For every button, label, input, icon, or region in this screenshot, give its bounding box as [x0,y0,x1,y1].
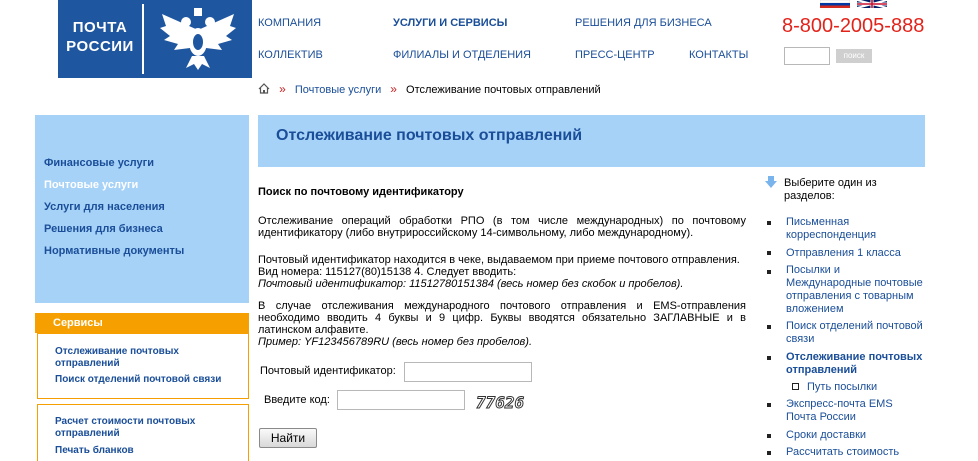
nav-team[interactable]: КОЛЛЕКТИВ [258,49,323,61]
nav-business-solutions[interactable]: РЕШЕНИЯ ДЛЯ БИЗНЕСА [575,17,712,29]
bullet-icon [767,451,771,455]
bullet-icon [767,221,771,225]
breadcrumb-separator-icon: » [390,82,397,96]
bullet-icon [767,325,771,329]
captcha-image: 77626 [476,393,526,413]
sidebar-item-population[interactable]: Услуги для населения [44,201,165,213]
right-item-parcel-path[interactable]: Путь посылки [807,381,947,394]
captcha-code-label: Введите код: [264,394,330,406]
arrow-down-icon [765,176,777,188]
captcha-code-input[interactable] [337,390,465,410]
nav-branches[interactable]: ФИЛИАЛЫ И ОТДЕЛЕНИЯ [393,49,531,61]
left-sidebar: Финансовые услуги Почтовые услуги Услуги… [35,115,249,303]
right-item-first-class[interactable]: Отправления 1 класса [786,247,926,260]
bullet-open-icon [792,383,799,390]
identifier-description: Почтовый идентификатор находится в чеке,… [258,254,740,290]
international-description: В случае отслеживания международного поч… [258,300,746,348]
service-cost-calc-link[interactable]: Расчет стоимости почтовых отправлений [55,416,215,440]
right-item-letters[interactable]: Письменная корреспонденция [786,216,926,242]
logo-wordmark: ПОЧТА РОССИИ [66,19,134,55]
nav-services[interactable]: УСЛУГИ И СЕРВИСЫ [393,17,507,29]
nav-contacts[interactable]: КОНТАКТЫ [689,49,748,61]
svg-text:77626: 77626 [476,393,525,412]
double-headed-eagle-icon [160,8,236,70]
search-input[interactable] [784,47,830,65]
bullet-icon [767,434,771,438]
right-item-ems[interactable]: Экспресс-почта EMS Почта России [786,398,926,424]
sidebar-item-financial[interactable]: Финансовые услуги [44,157,154,169]
home-icon[interactable] [258,83,270,94]
search-heading: Поиск по почтовому идентификатору [258,186,464,198]
bullet-icon [767,251,771,255]
services-header: Сервисы [35,313,249,333]
right-item-office-search[interactable]: Поиск отделений почтовой связи [786,320,926,346]
hotline-phone: 8-800-2005-888 [782,15,925,37]
search-button[interactable]: поиск [836,49,872,63]
page-title-band: Отслеживание почтовых отправлений [258,115,925,167]
russian-flag-icon[interactable] [820,0,850,8]
breadcrumb-separator-icon: » [279,82,286,96]
bullet-icon [767,403,771,407]
choose-section-hint: Выберите один из разделов: [784,177,877,202]
sidebar-item-business[interactable]: Решения для бизнеса [44,223,163,235]
services-box-calc: Расчет стоимости почтовых отправлений Пе… [37,404,249,461]
service-print-forms-link[interactable]: Печать бланков [55,445,215,457]
find-button[interactable]: Найти [259,428,317,448]
breadcrumb-current: Отслеживание почтовых отправлений [406,84,601,96]
bullet-icon [767,270,771,274]
russian-post-logo[interactable]: ПОЧТА РОССИИ [58,0,252,78]
bullet-icon [767,356,771,360]
service-tracking-link[interactable]: Отслеживание почтовых отправлений [55,346,205,370]
nav-company[interactable]: КОМПАНИЯ [258,17,321,29]
tracking-id-input[interactable] [404,362,532,382]
nav-press[interactable]: ПРЕСС-ЦЕНТР [575,49,655,61]
right-item-delivery-times[interactable]: Сроки доставки [786,429,926,442]
right-item-calc-cost[interactable]: Рассчитать стоимость [786,446,926,459]
tracking-id-label: Почтовый идентификатор: [260,365,396,377]
breadcrumb-postal-services[interactable]: Почтовые услуги [295,84,381,96]
right-item-tracking[interactable]: Отслеживание почтовых отправлений [786,351,926,377]
sidebar-item-postal[interactable]: Почтовые услуги [44,179,138,191]
uk-flag-icon[interactable] [857,0,887,8]
service-office-search-link[interactable]: Поиск отделений почтовой связи [55,374,245,386]
page-title: Отслеживание почтовых отправлений [276,127,583,144]
breadcrumb: » Почтовые услуги » Отслеживание почтовы… [258,82,601,96]
tracking-description: Отслеживание операций обработки РПО (в т… [258,215,746,239]
sidebar-item-regulations[interactable]: Нормативные документы [44,245,184,257]
right-item-parcels[interactable]: Посылки и Международные почтовые отправл… [786,264,926,316]
services-box-tracking: Отслеживание почтовых отправлений Поиск … [37,333,249,399]
